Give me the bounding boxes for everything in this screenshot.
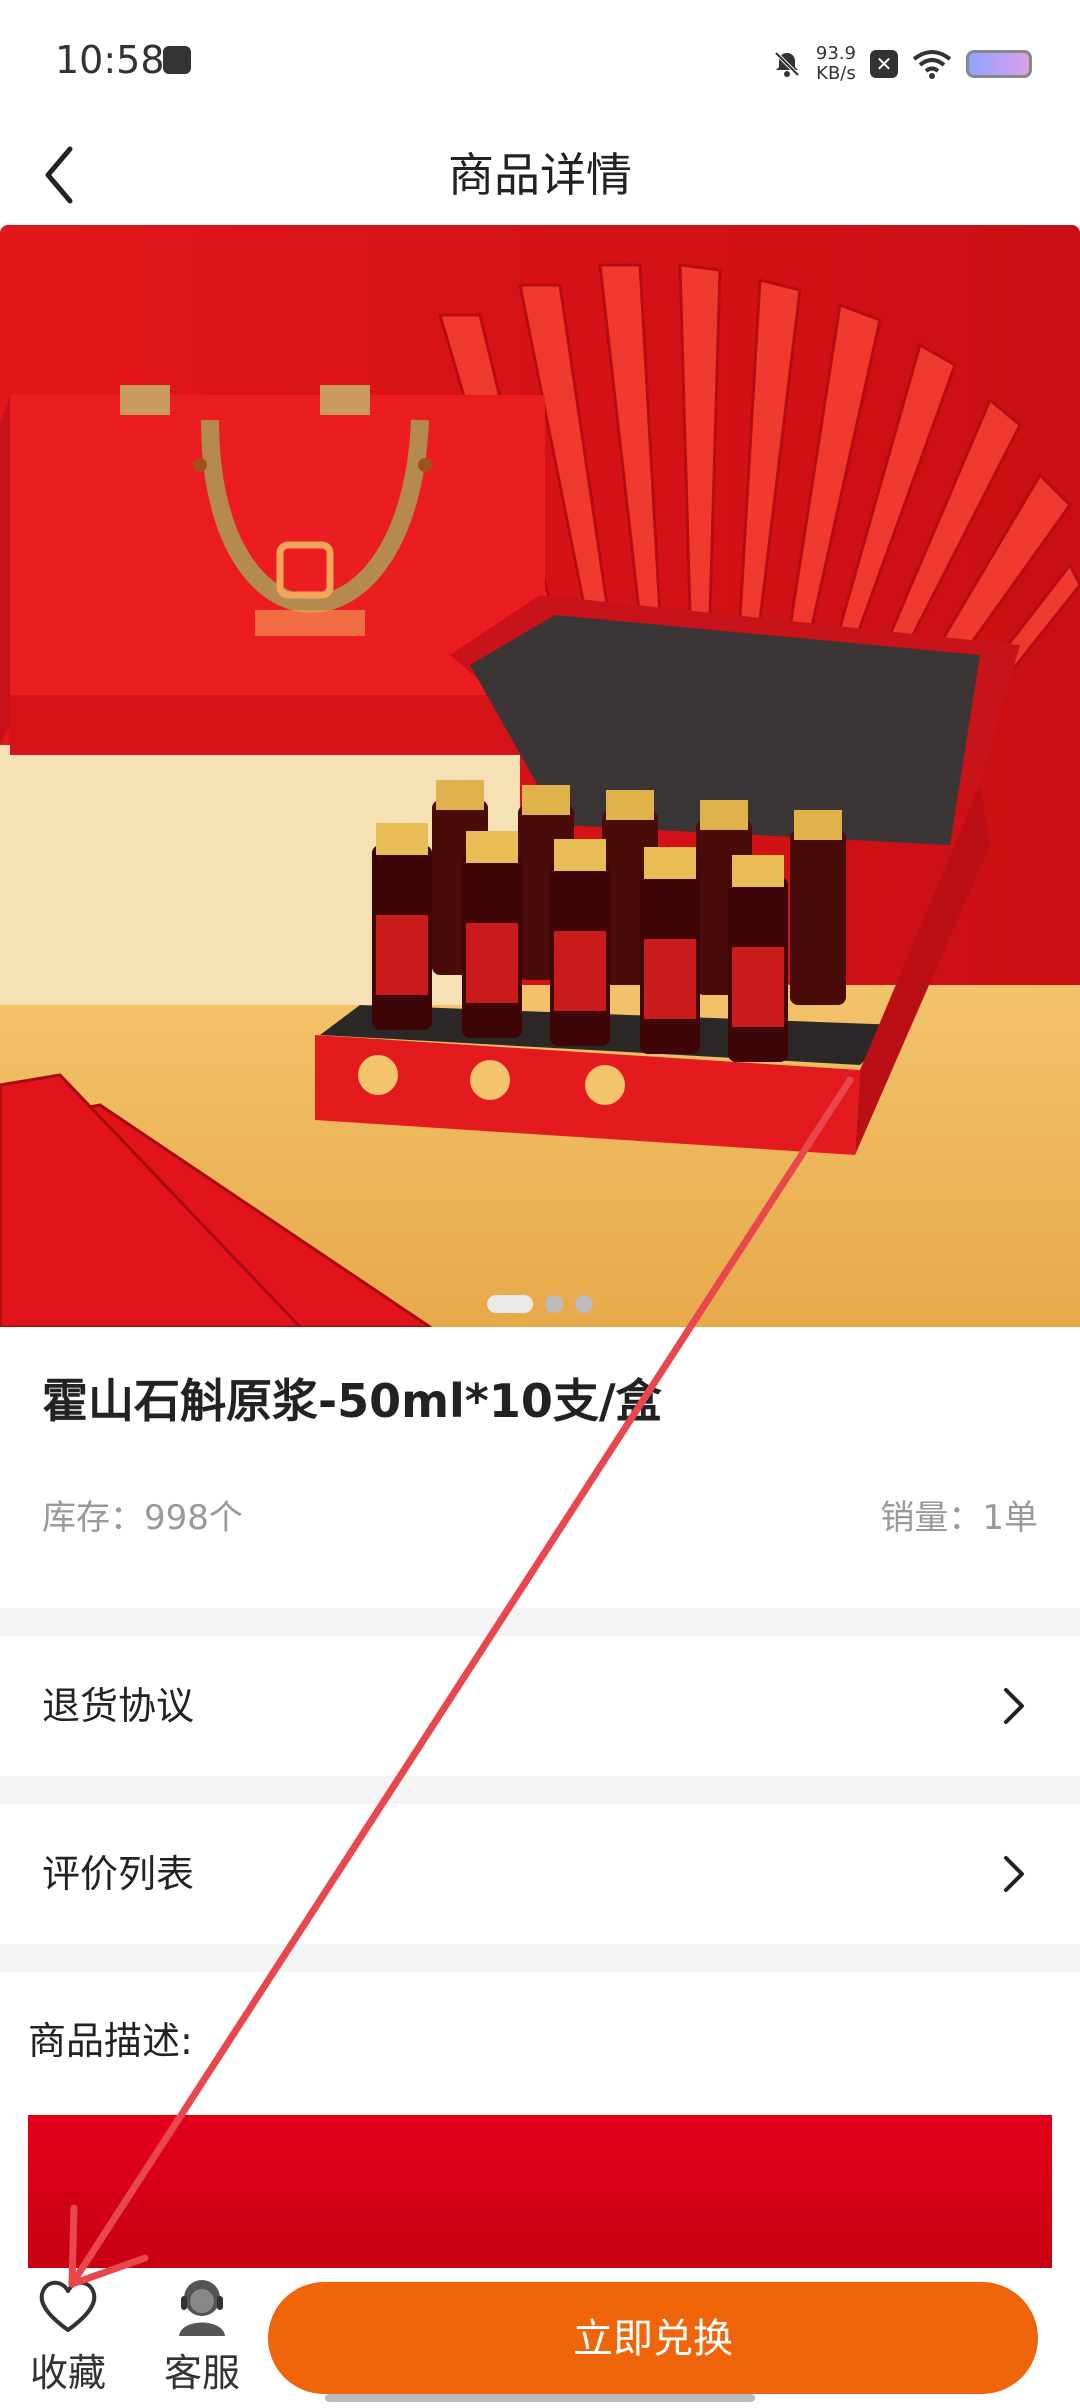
redeem-now-button[interactable]: 立即兑换 — [268, 2282, 1038, 2394]
customer-service-icon — [179, 2280, 225, 2336]
sales-count: 销量：1单 — [880, 1498, 1038, 1538]
close-box-icon: ✕ — [870, 50, 898, 78]
description-label: 商品描述: — [28, 2019, 193, 2063]
carousel-dot[interactable] — [575, 1295, 593, 1313]
customer-service-button[interactable]: 客服 — [156, 2276, 248, 2397]
section-divider — [0, 1776, 1080, 1804]
page-title: 商品详情 — [448, 148, 632, 202]
section-divider — [0, 1944, 1080, 1972]
heart-icon — [39, 2280, 97, 2332]
nav-bar: 商品详情 — [0, 125, 1080, 225]
status-bar: 10:58 93.9 KB/s ✕ — [0, 0, 1080, 125]
bottom-action-bar: 收藏 客服 立即兑换 — [0, 2268, 1080, 2408]
home-indicator[interactable] — [325, 2394, 755, 2402]
status-icons: 93.9 KB/s ✕ — [772, 40, 1032, 88]
favorite-label: 收藏 — [29, 2351, 106, 2395]
wifi-icon — [912, 50, 952, 79]
net-speed-unit: KB/s — [816, 63, 856, 84]
product-image-carousel[interactable] — [0, 225, 1080, 1327]
stock-count: 库存：998个 — [42, 1498, 243, 1538]
product-image — [0, 225, 1080, 1327]
description-image — [28, 2115, 1052, 2275]
carousel-dot[interactable] — [487, 1295, 533, 1313]
carousel-dot[interactable] — [545, 1295, 563, 1313]
net-speed-value: 93.9 — [815, 43, 856, 64]
review-list-row[interactable]: 评价列表 — [0, 1804, 1080, 1944]
return-policy-label: 退货协议 — [42, 1684, 195, 1728]
status-time: 10:58 — [55, 38, 165, 82]
favorite-button[interactable]: 收藏 — [22, 2276, 114, 2397]
section-divider — [0, 1608, 1080, 1636]
chevron-right-icon — [1004, 1688, 1024, 1724]
return-policy-row[interactable]: 退货协议 — [0, 1636, 1080, 1776]
chevron-right-icon — [1004, 1856, 1024, 1892]
review-list-label: 评价列表 — [42, 1852, 195, 1896]
customer-service-label: 客服 — [163, 2351, 240, 2395]
bell-muted-icon — [774, 51, 800, 77]
product-name: 霍山石斛原浆-50ml*10支/盒 — [42, 1374, 662, 1428]
notification-icon — [163, 46, 191, 74]
battery-icon — [966, 50, 1032, 78]
carousel-indicator — [0, 1295, 1080, 1313]
net-speed: 93.9 KB/s — [816, 44, 856, 84]
